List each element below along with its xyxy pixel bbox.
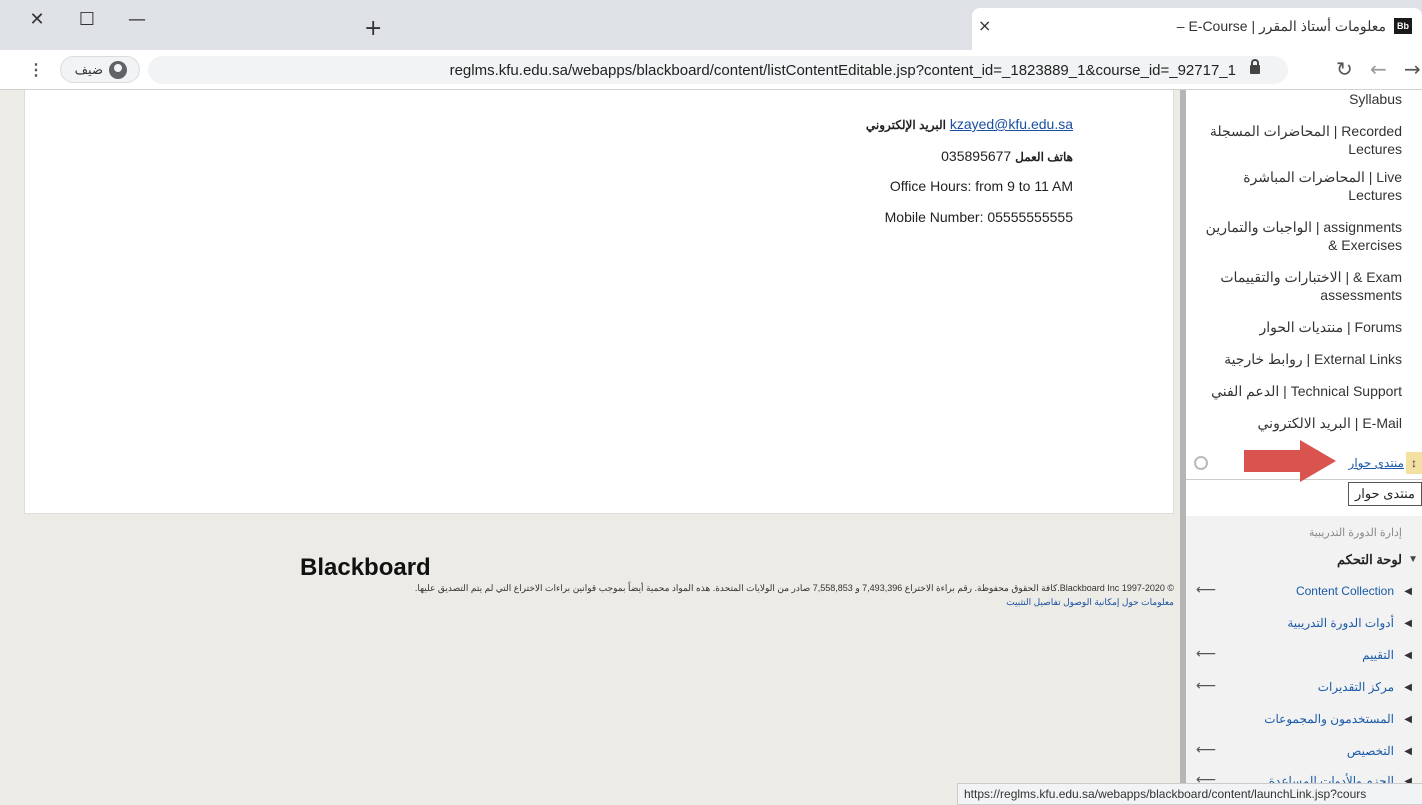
menu-item-email[interactable]: البريد الالكتروني | E-Mail [1258,414,1402,432]
tab-title: معلومات أستاذ المقرر | E-Course – [1176,18,1386,34]
menu-item-live-lectures[interactable]: المحاضرات المباشرة | Live Lectures [1243,168,1402,204]
open-arrow-icon[interactable]: ⟵ [1196,678,1216,694]
lock-icon[interactable] [1250,59,1260,74]
back-arrow-icon[interactable]: ← [1370,58,1387,80]
options-circle-icon[interactable] [1194,456,1208,470]
phone-row: هاتف العمل 035895677 [941,148,1073,164]
menu-item-assignments[interactable]: الواجبات والتمارين | assignments & Exerci… [1206,218,1402,254]
expand-triangle-icon[interactable]: ◀ [1404,586,1412,597]
email-row: البريد الإلكتروني kzayed@kfu.edu.sa [866,116,1073,132]
tooltip: منتدى حوار [1347,482,1422,506]
browser-tab[interactable]: Bb معلومات أستاذ المقرر | E-Course – × [972,8,1422,50]
url-text: reglms.kfu.edu.sa/webapps/blackboard/con… [449,62,1236,79]
address-bar[interactable]: reglms.kfu.edu.sa/webapps/blackboard/con… [148,56,1288,84]
menu-dots-icon[interactable]: ⋮ [28,60,44,80]
avatar-icon [109,61,127,79]
management-item[interactable]: ◀ التقييم ⟵ [1186,642,1422,672]
profile-button[interactable]: ضيف [60,56,140,83]
copyright-text: © 1997-2020 Blackboard Inc.كافة الحقوق م… [414,583,1174,593]
drag-handle-icon[interactable]: ↕ [1406,452,1422,474]
menu-item-technical-support[interactable]: الدعم الفني | Technical Support [1211,382,1402,400]
blackboard-logo: Blackboard [300,554,431,581]
open-arrow-icon[interactable]: ⟵ [1196,742,1216,758]
course-management-title: إدارة الدورة التدريبية [1308,527,1402,539]
control-panel-heading[interactable]: لوحة التحكم [1337,552,1418,568]
menu-item-syllabus[interactable]: Syllabus [1349,90,1402,108]
management-item[interactable]: ◀ Content Collection ⟵ [1186,578,1422,608]
email-link[interactable]: kzayed@kfu.edu.sa [950,116,1073,132]
reload-icon[interactable]: ↻ [1336,58,1353,80]
expand-triangle-icon[interactable]: ◀ [1404,650,1412,661]
maximize-window-icon[interactable]: ☐ [72,8,102,32]
expand-triangle-icon[interactable]: ◀ [1404,618,1412,629]
title-bar: ✕ ☐ — + Bb معلومات أستاذ المقرر | E-Cour… [0,0,1422,50]
menu-item-exams[interactable]: الاختبارات والتقييمات | & Exam assessment… [1220,268,1402,304]
new-tab-button[interactable]: + [364,18,382,40]
office-hours: Office Hours: from 9 to 11 AM [889,178,1073,194]
phone-label: هاتف العمل [1015,150,1073,164]
phone-value: 035895677 [941,148,1012,164]
annotation-arrow-body [1244,450,1304,472]
management-item[interactable]: ◀ المستخدمون والمجموعات [1186,706,1422,736]
expand-triangle-icon[interactable]: ◀ [1404,746,1412,757]
browser-toolbar: ⋮ ضيف reglms.kfu.edu.sa/webapps/blackboa… [0,50,1422,90]
status-bar-url: https://reglms.kfu.edu.sa/webapps/blackb… [957,783,1422,805]
profile-label: ضيف [74,62,103,77]
annotation-arrow-head-icon [1300,440,1336,482]
menu-item-external-links[interactable]: روابط خارجية | External Links [1224,350,1402,368]
mobile-number: Mobile Number: 05555555555 [884,209,1073,225]
minimize-window-icon[interactable]: — [122,8,152,32]
menu-item-forums[interactable]: منتديات الحوار | Forums [1260,318,1402,336]
forward-arrow-icon[interactable]: → [1404,58,1421,80]
expand-triangle-icon[interactable]: ◀ [1404,714,1412,725]
discussion-forum-link[interactable]: منتدى حوار [1349,456,1404,470]
email-label: البريد الإلكتروني [865,118,946,132]
close-window-icon[interactable]: ✕ [22,8,52,32]
management-item[interactable]: ◀ التخصيص ⟵ [1186,738,1422,768]
menu-item-recorded-lectures[interactable]: المحاضرات المسجلة | Recorded Lectures [1210,122,1402,158]
open-arrow-icon[interactable]: ⟵ [1196,646,1216,662]
course-menu: Syllabus المحاضرات المسجلة | Recorded Lec… [1186,90,1422,785]
expand-triangle-icon[interactable]: ◀ [1404,682,1412,693]
management-item[interactable]: ◀ أدوات الدورة التدريبية [1186,610,1422,640]
content-card: البريد الإلكتروني kzayed@kfu.edu.sa هاتف… [24,90,1174,514]
management-item[interactable]: ◀ مركز التقديرات ⟵ [1186,674,1422,704]
footer-links[interactable]: معلومات حول إمكانية الوصول تفاصيل التثبي… [1006,597,1174,608]
open-arrow-icon[interactable]: ⟵ [1196,582,1216,598]
blackboard-favicon-icon: Bb [1394,18,1412,34]
tab-close-icon[interactable]: × [978,16,991,35]
course-management-panel: إدارة الدورة التدريبية لوحة التحكم ◀Cont… [1186,516,1422,785]
